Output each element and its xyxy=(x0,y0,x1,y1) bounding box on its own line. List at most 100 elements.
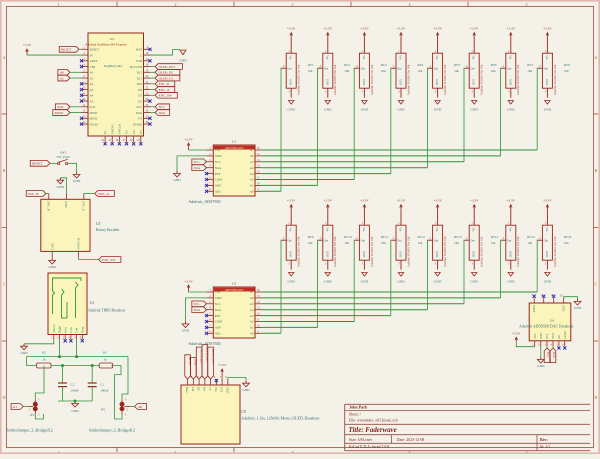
svg-text:RV16: RV16 xyxy=(564,235,572,239)
svg-text:Vin: Vin xyxy=(325,55,329,60)
svg-text:VHI: VHI xyxy=(90,65,96,69)
svg-text:RV8: RV8 xyxy=(564,63,570,67)
svg-text:+3.3V: +3.3V xyxy=(323,27,332,31)
svg-text:AREF: AREF xyxy=(90,59,98,63)
svg-text:U6: U6 xyxy=(550,318,554,322)
svg-text:Adafruit TRRS Breakout: Adafruit TRRS Breakout xyxy=(88,309,125,313)
svg-text:A4: A4 xyxy=(250,308,254,312)
svg-text:GND: GND xyxy=(71,409,79,413)
svg-text:10k: 10k xyxy=(527,241,532,245)
svg-text:Title: Faderwave: Title: Faderwave xyxy=(349,427,397,434)
svg-text:LSw: LSw xyxy=(69,326,73,333)
svg-text:ENC_SW: ENC_SW xyxy=(159,94,173,98)
svg-text:U1: U1 xyxy=(232,140,236,144)
svg-text:GND: GND xyxy=(471,280,479,284)
svg-text:A3: A3 xyxy=(90,88,94,92)
svg-text:1k: 1k xyxy=(42,358,46,362)
svg-text:SDA: SDA xyxy=(194,308,201,312)
svg-text:GND: GND xyxy=(399,79,403,85)
svg-text:Vin: Vin xyxy=(399,227,403,232)
svg-text:GND: GND xyxy=(73,179,81,183)
svg-text:A: A xyxy=(3,56,6,60)
svg-text:Vin: Vin xyxy=(435,227,439,232)
svg-text:DC: DC xyxy=(197,387,201,391)
svg-text:AD0: AD0 xyxy=(215,326,221,330)
svg-text:Adafruit_ADS7830: Adafruit_ADS7830 xyxy=(188,341,220,346)
svg-text:OLED_RST: OLED_RST xyxy=(205,346,209,362)
svg-text:SCK: SCK xyxy=(57,105,64,109)
svg-text:Id: 1/1: Id: 1/1 xyxy=(540,445,550,449)
svg-text:USB: USB xyxy=(136,59,142,63)
svg-text:SWCLK: SWCLK xyxy=(117,123,121,134)
svg-text:10k: 10k xyxy=(564,69,569,73)
svg-text:ENC_B: ENC_B xyxy=(28,192,39,196)
svg-text:Vin: Vin xyxy=(399,55,403,60)
svg-text:SW_Push: SW_Push xyxy=(56,155,69,159)
svg-text:D5: D5 xyxy=(139,130,143,134)
svg-text:+3.3V: +3.3V xyxy=(360,27,369,31)
svg-text:Adafruit SC6021 Pot 10k: Adafruit SC6021 Pot 10k xyxy=(333,236,337,267)
svg-text:GND: GND xyxy=(434,280,442,284)
svg-text:A7: A7 xyxy=(250,290,254,294)
svg-text:A1: A1 xyxy=(90,76,94,80)
svg-text:GND: GND xyxy=(508,251,512,257)
svg-text:U3: U3 xyxy=(232,282,236,286)
svg-text:ENC_A: ENC_A xyxy=(81,201,85,212)
svg-text:+3.3V: +3.3V xyxy=(360,199,369,203)
svg-text:A3: A3 xyxy=(250,172,254,176)
svg-text:Out: Out xyxy=(507,66,512,70)
svg-text:Adafruit SC6021 Pot 10k: Adafruit SC6021 Pot 10k xyxy=(553,236,557,267)
svg-text:Left: Left xyxy=(75,328,79,333)
svg-text:R2: R2 xyxy=(42,350,46,354)
svg-text:SDA: SDA xyxy=(194,166,201,170)
svg-text:GND: GND xyxy=(561,305,565,312)
svg-text:+3.3V: +3.3V xyxy=(543,27,552,31)
svg-text:+3.3V: +3.3V xyxy=(397,27,406,31)
svg-text:Ring: Ring xyxy=(80,326,84,332)
svg-text:LDAC: LDAC xyxy=(563,331,567,339)
svg-text:+3.3V: +3.3V xyxy=(512,331,521,335)
svg-text:GND: GND xyxy=(64,201,68,208)
svg-text:GND: GND xyxy=(225,387,229,394)
svg-text:A: A xyxy=(594,56,597,60)
svg-text:RV12: RV12 xyxy=(418,235,426,239)
svg-text:D10: D10 xyxy=(137,82,143,86)
svg-text:MOSI: MOSI xyxy=(90,111,98,115)
svg-text:Adafruit SC6021 Pot 10k: Adafruit SC6021 Pot 10k xyxy=(553,64,557,95)
svg-text:RSw: RSw xyxy=(63,326,67,333)
svg-text:A4: A4 xyxy=(250,166,254,170)
svg-text:A6: A6 xyxy=(250,154,254,158)
svg-text:Adafruit SC6021 Pot 10k: Adafruit SC6021 Pot 10k xyxy=(406,64,410,95)
svg-text:U4: U4 xyxy=(90,301,95,305)
svg-text:Out: Out xyxy=(397,238,402,242)
svg-text:A1: A1 xyxy=(250,326,254,330)
svg-text:+3.3V: +3.3V xyxy=(506,27,515,31)
svg-text:RV7: RV7 xyxy=(527,63,533,67)
svg-text:Adafruit SC6021 Pot 10k: Adafruit SC6021 Pot 10k xyxy=(443,64,447,95)
svg-text:+3.3V: +3.3V xyxy=(287,27,296,31)
svg-text:JP1: JP1 xyxy=(101,408,106,412)
svg-text:RESET: RESET xyxy=(61,48,72,52)
svg-text:GND: GND xyxy=(361,280,369,284)
svg-text:JP2: JP2 xyxy=(30,413,35,417)
svg-text:A6: A6 xyxy=(250,296,254,300)
svg-text:SCL: SCL xyxy=(215,160,221,164)
svg-text:2: 2 xyxy=(175,450,177,454)
svg-text:A2: A2 xyxy=(90,82,94,86)
svg-text:SDA: SDA xyxy=(551,332,555,339)
svg-text:GND: GND xyxy=(362,251,366,257)
svg-text:Vin: Vin xyxy=(435,55,439,60)
svg-text:GND: GND xyxy=(397,280,405,284)
svg-text:GND: GND xyxy=(507,108,515,112)
svg-text:10k: 10k xyxy=(381,241,386,245)
svg-text:A2: A2 xyxy=(250,178,254,182)
svg-text:A1: A1 xyxy=(13,405,17,409)
svg-text:GND: GND xyxy=(544,280,552,284)
svg-text:A0: A0 xyxy=(250,332,254,336)
svg-text:GND: GND xyxy=(325,79,329,85)
svg-text:Adafruit SC6021 Pot 10k: Adafruit SC6021 Pot 10k xyxy=(370,64,374,95)
svg-text:1k: 1k xyxy=(103,358,107,362)
svg-text:+3.3V: +3.3V xyxy=(184,138,193,142)
svg-text:Adafruit SC6021 Pot 10k: Adafruit SC6021 Pot 10k xyxy=(516,64,520,95)
svg-text:Out: Out xyxy=(287,238,292,242)
